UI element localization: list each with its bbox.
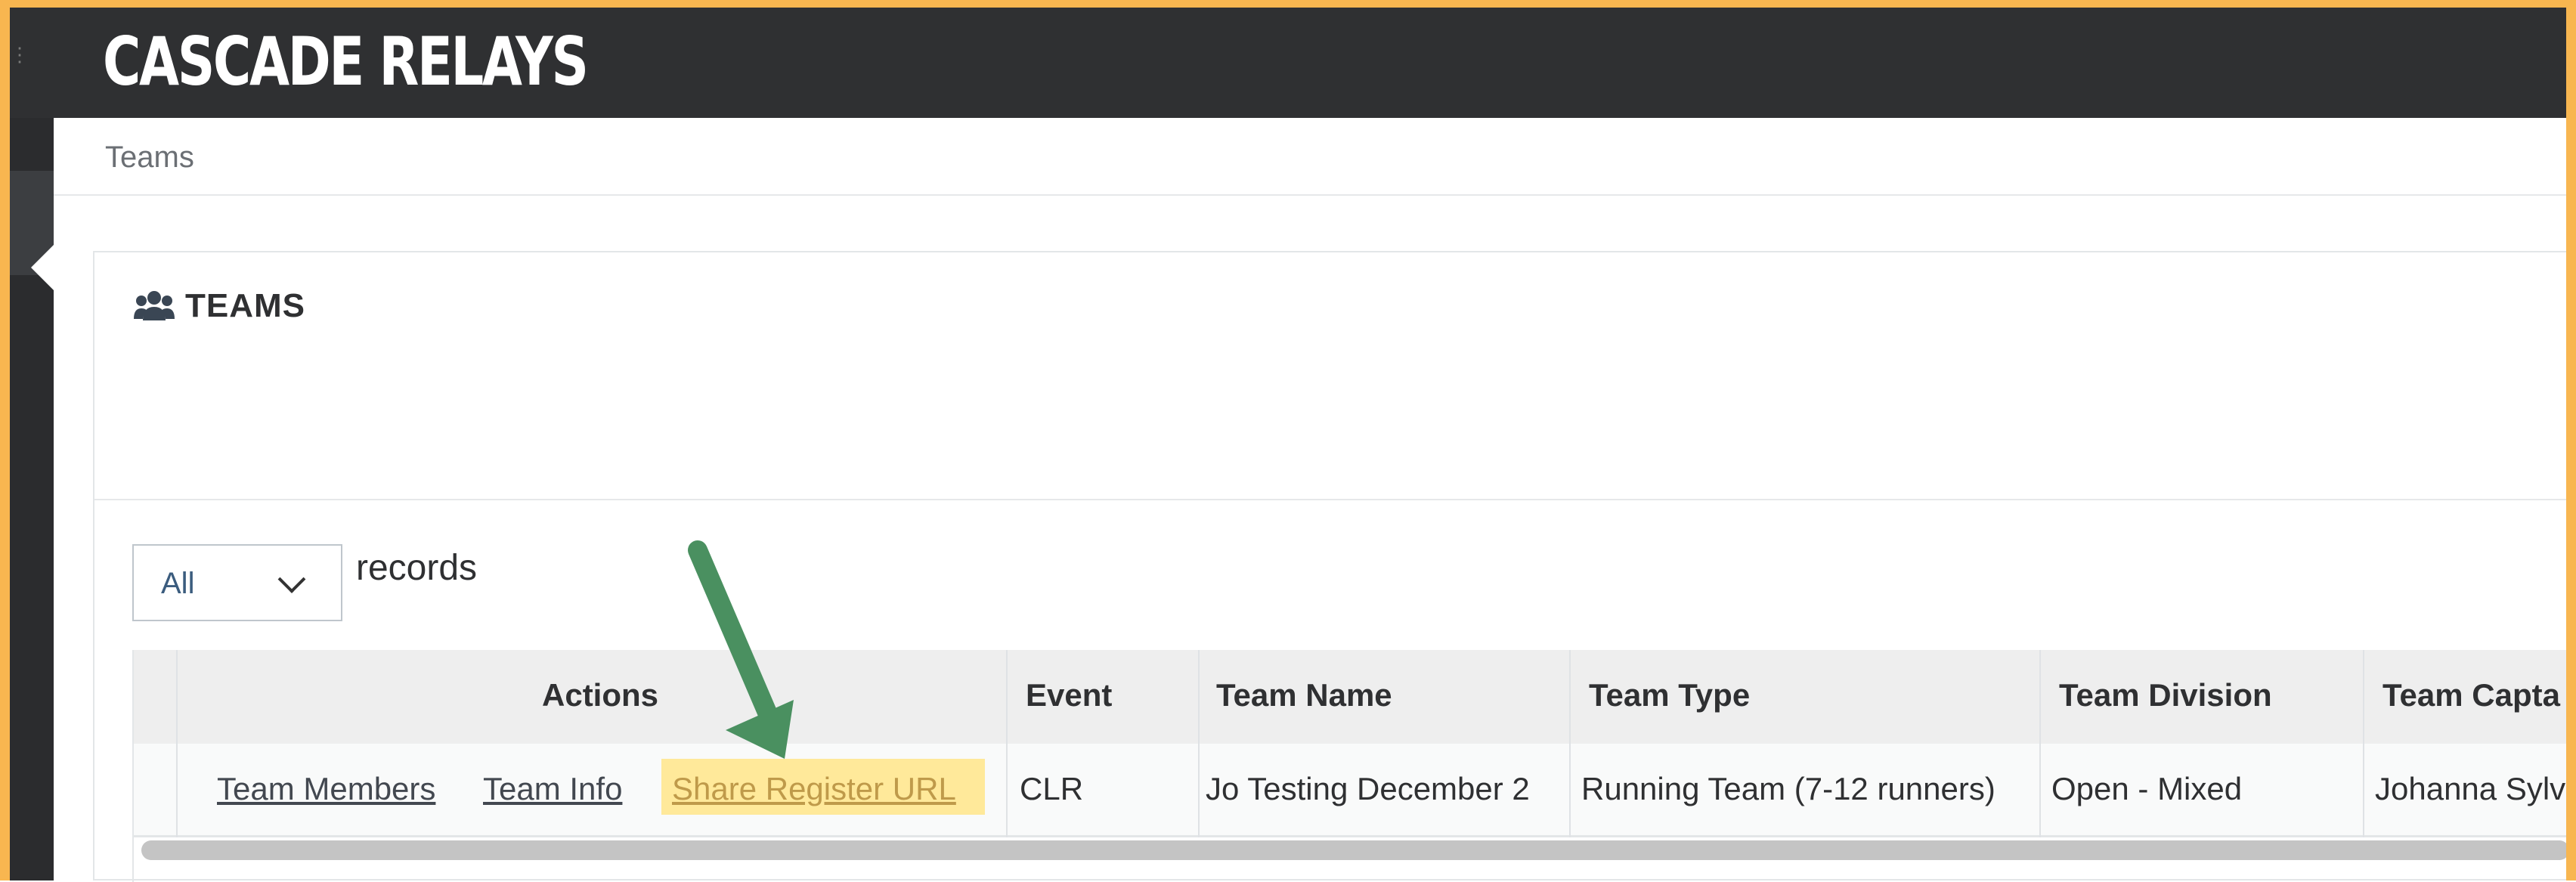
team-info-link[interactable]: Team Info [483,771,622,807]
header-team-name[interactable]: Team Name [1216,677,1392,713]
chevron-down-icon [277,565,306,593]
column-divider [1569,650,1571,837]
header-team-captain[interactable]: Team Capta [2382,677,2560,713]
table-row: Team Members Team Info Share Register UR… [134,744,2568,837]
records-select-value: All [161,567,195,600]
chevron-left-icon[interactable] [31,245,54,290]
brand-logo[interactable]: CASCADE RELAYS [103,17,589,107]
column-divider [1006,650,1008,837]
header-team-division[interactable]: Team Division [2059,677,2272,713]
table-header-row: Actions Event Team Name Team Type Team D… [134,650,2568,744]
header-actions[interactable]: Actions [542,677,658,713]
column-divider [2363,650,2364,837]
main-content: Teams TEAMS All records Actions Event Te… [54,118,2569,882]
panel-header: TEAMS [94,252,2566,500]
menu-handle-icon[interactable]: ⋮ [10,45,29,77]
breadcrumb-item-teams[interactable]: Teams [105,141,194,175]
users-icon [134,291,175,320]
column-divider [2039,650,2041,837]
teams-panel: TEAMS All records Actions Event Team Nam… [93,251,2569,882]
teams-table: Actions Event Team Name Team Type Team D… [132,650,2569,882]
column-divider [176,650,178,837]
cell-team-division: Open - Mixed [2051,771,2243,806]
team-members-link[interactable]: Team Members [217,771,435,807]
header-event[interactable]: Event [1026,677,1112,713]
sidebar-toggle-tab[interactable] [10,171,54,290]
share-register-url-link[interactable]: Share Register URL [672,771,956,807]
breadcrumb: Teams [54,118,2566,196]
cell-team-name: Jo Testing December 2 [1206,771,1530,806]
top-navbar: ⋮ CASCADE RELAYS [10,8,2566,118]
cell-team-captain: Johanna Sylv [2375,771,2566,806]
cell-event: CLR [1020,771,1084,806]
sidebar [10,118,54,880]
horizontal-scrollbar[interactable] [141,840,2569,860]
column-divider [1198,650,1200,837]
cell-team-type: Running Team (7-12 runners) [1581,771,1995,806]
panel-title: TEAMS [185,287,305,324]
records-label: records [356,548,478,588]
header-team-type[interactable]: Team Type [1589,677,1750,713]
records-per-page-select[interactable]: All [132,544,342,621]
annotation-arrow-icon [688,540,794,759]
